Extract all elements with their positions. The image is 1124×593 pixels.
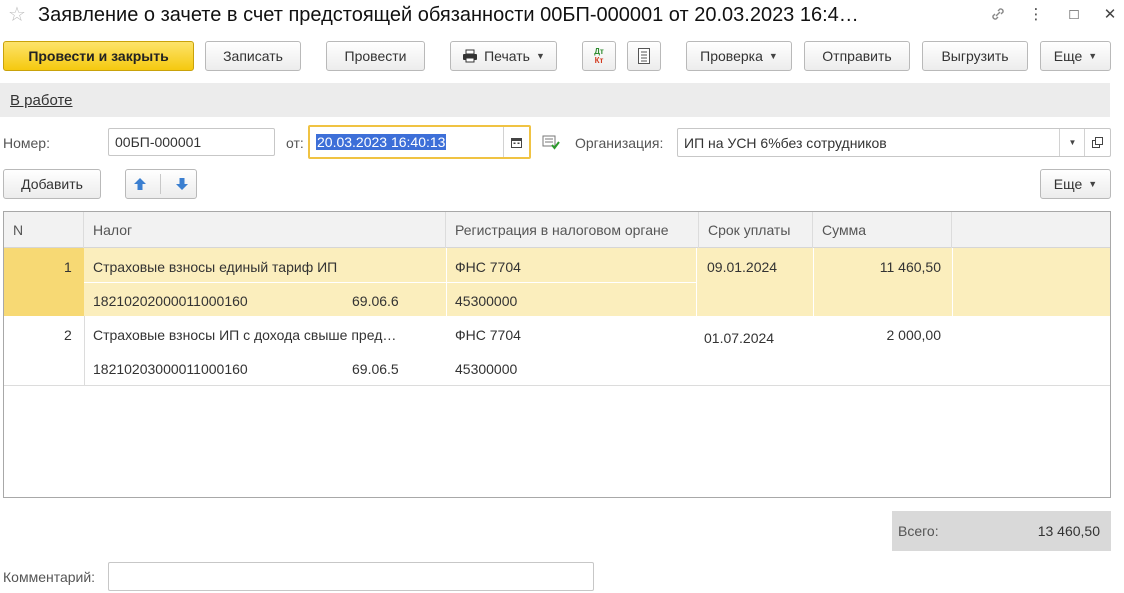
send-label: Отправить xyxy=(822,48,892,64)
send-button[interactable]: Отправить xyxy=(804,41,910,71)
arrow-down-icon[interactable] xyxy=(175,177,189,191)
table-more-button[interactable]: Еще ▼ xyxy=(1040,169,1111,199)
total-label: Всего: xyxy=(898,523,939,539)
move-buttons xyxy=(125,169,197,199)
report-list-button[interactable] xyxy=(627,41,661,71)
chevron-down-icon: ▼ xyxy=(768,51,778,61)
chevron-down-icon: ▼ xyxy=(1088,51,1098,61)
dt-kt-icon: Дт Кт xyxy=(594,47,604,65)
organization-field[interactable]: ИП на УСН 6%без сотрудников ▼ xyxy=(677,128,1111,157)
tax-authority: ФНС 7704 xyxy=(455,327,521,343)
organization-value: ИП на УСН 6%без сотрудников xyxy=(684,134,887,151)
column-header-due-date[interactable]: Срок уплаты xyxy=(699,212,813,248)
column-header-empty xyxy=(952,212,1110,248)
check-label: Проверка xyxy=(700,48,763,64)
col-divider xyxy=(696,248,697,316)
divider xyxy=(160,174,162,194)
row-divider xyxy=(4,385,1110,386)
amount: 2 000,00 xyxy=(886,327,942,343)
window-title: Заявление о зачете в счет предстоящей об… xyxy=(38,4,859,26)
post-label: Провести xyxy=(344,48,407,64)
row-number: 1 xyxy=(64,259,72,275)
calendar-icon[interactable] xyxy=(503,127,529,157)
chevron-down-icon: ▼ xyxy=(535,51,545,61)
dt-label: Дт xyxy=(594,47,604,56)
table-more-label: Еще xyxy=(1053,176,1083,192)
due-date: 01.07.2024 xyxy=(704,330,775,346)
date-label: от: xyxy=(286,135,304,151)
col-divider xyxy=(952,248,953,316)
kbk-code: 18210203000011000160 xyxy=(93,361,248,377)
save-label: Записать xyxy=(223,48,283,64)
post-and-close-button[interactable]: Провести и закрыть xyxy=(3,41,194,71)
more-menu-icon[interactable]: ⋮ xyxy=(1024,2,1048,26)
tax-name: Страховые взносы единый тариф ИП xyxy=(93,259,338,275)
due-date: 09.01.2024 xyxy=(707,259,778,275)
document-check-icon[interactable] xyxy=(542,134,560,153)
total-value: 13 460,50 xyxy=(1037,523,1100,539)
table-header: N Налог Регистрация в налоговом органе С… xyxy=(4,212,1110,248)
date-value: 20.03.2023 16:40:13 xyxy=(316,134,447,150)
dt-kt-button[interactable]: Дт Кт xyxy=(582,41,616,71)
export-button[interactable]: Выгрузить xyxy=(922,41,1028,71)
number-label: Номер: xyxy=(3,135,50,151)
add-row-label: Добавить xyxy=(21,176,83,192)
kt-label: Кт xyxy=(594,56,604,65)
post-and-close-label: Провести и закрыть xyxy=(28,48,169,64)
column-header-tax[interactable]: Налог xyxy=(84,212,446,248)
maximize-icon[interactable]: □ xyxy=(1062,2,1086,26)
table-row[interactable]: 1 Страховые взносы единый тариф ИП 18210… xyxy=(4,248,1110,316)
more-button[interactable]: Еще ▼ xyxy=(1040,41,1111,71)
number-field[interactable]: 00БП-000001 xyxy=(108,128,275,156)
taxes-table: N Налог Регистрация в налоговом органе С… xyxy=(3,211,1111,498)
check-button[interactable]: Проверка ▼ xyxy=(686,41,792,71)
comment-field[interactable] xyxy=(108,562,594,591)
number-value: 00БП-000001 xyxy=(115,134,202,150)
more-label: Еще xyxy=(1053,48,1083,64)
column-header-amount[interactable]: Сумма xyxy=(813,212,952,248)
comment-label: Комментарий: xyxy=(3,569,96,585)
status-bar xyxy=(0,83,1110,117)
row-divider xyxy=(84,282,696,283)
export-label: Выгрузить xyxy=(941,48,1009,64)
kbk-code: 18210202000011000160 xyxy=(93,293,248,309)
amount: 11 460,50 xyxy=(879,259,941,275)
close-icon[interactable]: ✕ xyxy=(1098,2,1122,26)
table-row[interactable]: 2 Страховые взносы ИП с дохода свыше пре… xyxy=(4,316,1110,386)
chevron-down-icon: ▼ xyxy=(1088,179,1098,189)
column-header-registration[interactable]: Регистрация в налоговом органе xyxy=(446,212,699,248)
account-code: 69.06.6 xyxy=(352,293,399,309)
favorite-star-icon[interactable]: ☆ xyxy=(8,4,26,26)
row-number-cell xyxy=(4,248,84,316)
date-field[interactable]: 20.03.2023 16:40:13 xyxy=(308,125,531,159)
tax-name: Страховые взносы ИП с дохода свыше пред… xyxy=(93,327,397,343)
add-row-button[interactable]: Добавить xyxy=(3,169,101,199)
oktmo-code: 45300000 xyxy=(455,293,518,309)
post-button[interactable]: Провести xyxy=(326,41,425,71)
row-number: 2 xyxy=(64,327,72,343)
oktmo-code: 45300000 xyxy=(455,361,518,377)
col-divider xyxy=(446,248,447,316)
save-button[interactable]: Записать xyxy=(205,41,301,71)
arrow-up-icon[interactable] xyxy=(133,177,147,191)
status-link[interactable]: В работе xyxy=(10,92,73,109)
tax-authority: ФНС 7704 xyxy=(455,259,521,275)
link-icon[interactable] xyxy=(986,2,1010,26)
organization-label: Организация: xyxy=(575,135,664,151)
column-header-n[interactable]: N xyxy=(4,212,84,248)
print-label: Печать xyxy=(484,48,530,64)
document-list-icon xyxy=(638,48,650,64)
account-code: 69.06.5 xyxy=(352,361,399,377)
print-button[interactable]: Печать ▼ xyxy=(450,41,557,71)
dropdown-arrow-icon[interactable]: ▼ xyxy=(1059,129,1085,156)
printer-icon xyxy=(462,49,478,63)
col-divider xyxy=(84,316,85,386)
open-icon[interactable] xyxy=(1084,129,1110,156)
